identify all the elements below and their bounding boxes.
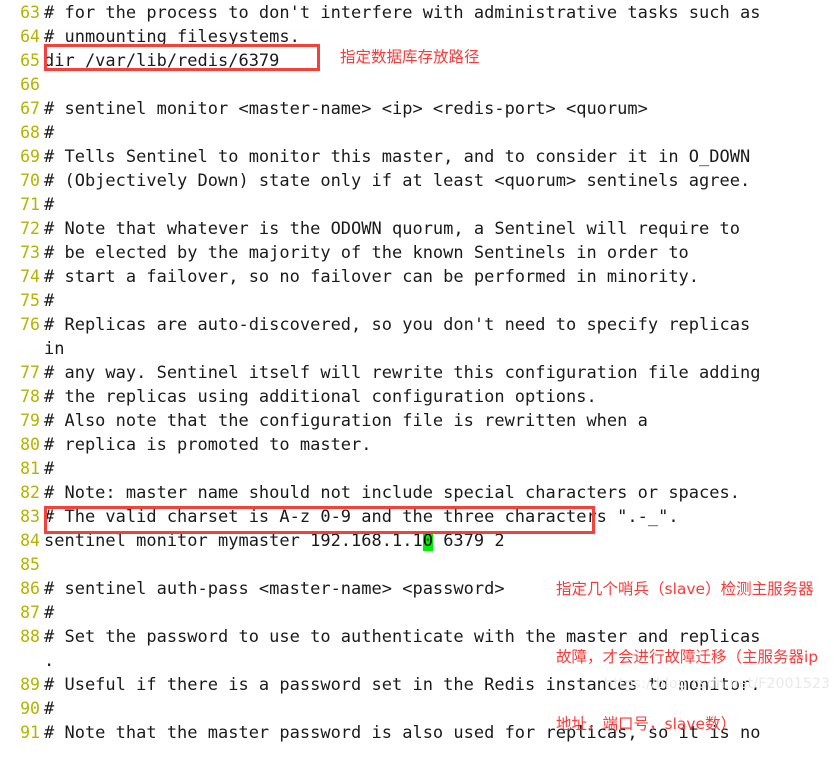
code-line[interactable]: 77 # any way. Sentinel itself will rewrit… <box>0 361 834 385</box>
code-text[interactable]: # the replicas using additional configur… <box>44 385 834 409</box>
code-text[interactable]: # Note: master name should not include s… <box>44 481 834 505</box>
code-text[interactable]: # Also note that the configuration file … <box>44 409 834 433</box>
line-number: 81 <box>20 459 40 478</box>
code-text-before-cursor: sentinel monitor mymaster 192.168.1.1 <box>44 531 423 551</box>
line-number: 78 <box>20 387 40 406</box>
line-number: 75 <box>20 291 40 310</box>
line-number: 64 <box>20 27 40 46</box>
text-cursor: 0 <box>422 531 433 551</box>
code-text[interactable]: # any way. Sentinel itself will rewrite … <box>44 361 834 385</box>
line-number: 73 <box>20 243 40 262</box>
line-number: 87 <box>20 603 40 622</box>
line-number: 77 <box>20 363 40 382</box>
code-text[interactable]: # for the process to don't interfere wit… <box>44 1 834 25</box>
line-number: 66 <box>20 75 40 94</box>
code-text[interactable]: # Tells Sentinel to monitor this master,… <box>44 145 834 169</box>
code-line[interactable]: 78 # the replicas using additional config… <box>0 385 834 409</box>
code-line[interactable]: 74 # start a failover, so no failover can… <box>0 265 834 289</box>
code-text[interactable]: # Note that whatever is the ODOWN quorum… <box>44 217 834 241</box>
line-number: 90 <box>20 699 40 718</box>
code-line[interactable]: 72 # Note that whatever is the ODOWN quor… <box>0 217 834 241</box>
line-number: 65 <box>20 51 40 70</box>
code-text[interactable]: # <box>44 121 834 145</box>
line-number: 69 <box>20 147 40 166</box>
code-line-wrapped[interactable]: in <box>0 337 834 361</box>
line-number: 91 <box>20 723 40 742</box>
code-line[interactable]: 79 # Also note that the configuration fil… <box>0 409 834 433</box>
line-number: 68 <box>20 123 40 142</box>
code-line[interactable]: 69 # Tells Sentinel to monitor this maste… <box>0 145 834 169</box>
line-number: 74 <box>20 267 40 286</box>
code-line[interactable]: 73 # be elected by the majority of the kn… <box>0 241 834 265</box>
code-text[interactable]: # <box>44 289 834 313</box>
watermark-url: https://blog.csdn.net/F2001523 <box>604 676 831 692</box>
code-line[interactable]: 67 # sentinel monitor <master-name> <ip> … <box>0 97 834 121</box>
code-text[interactable]: # start a failover, so no failover can b… <box>44 265 834 289</box>
line-number: 88 <box>20 627 40 646</box>
code-line[interactable]: 71 # <box>0 193 834 217</box>
code-line[interactable]: 76 # Replicas are auto-discovered, so you… <box>0 313 834 337</box>
code-text[interactable]: # <box>44 193 834 217</box>
line-number: 86 <box>20 579 40 598</box>
line-number: 83 <box>20 507 40 526</box>
text-editor-view[interactable]: 63 # for the process to don't interfere w… <box>0 0 834 743</box>
code-line[interactable]: 66 <box>0 73 834 97</box>
code-line[interactable]: 83 # The valid charset is A-z 0-9 and the… <box>0 505 834 529</box>
code-text[interactable]: # (Objectively Down) state only if at le… <box>44 169 834 193</box>
line-number: 63 <box>20 3 40 22</box>
annotation-dir-path: 指定数据库存放路径 <box>340 48 480 66</box>
code-text[interactable]: # Replicas are auto-discovered, so you d… <box>44 313 834 337</box>
line-number: 82 <box>20 483 40 502</box>
code-line[interactable]: 75 # <box>0 289 834 313</box>
line-number: 84 <box>20 531 40 550</box>
line-number: 79 <box>20 411 40 430</box>
annotation-sentinel-line-3: 地址，端口号，slave数） <box>556 715 737 733</box>
code-line[interactable]: 82 # Note: master name should not include… <box>0 481 834 505</box>
code-line[interactable]: 80 # replica is promoted to master. <box>0 433 834 457</box>
line-number: 76 <box>20 315 40 334</box>
code-text[interactable]: # sentinel monitor <master-name> <ip> <r… <box>44 97 834 121</box>
code-text-after-cursor: 6379 2 <box>432 531 505 551</box>
code-text[interactable]: in <box>44 337 834 361</box>
line-number: 85 <box>20 555 40 574</box>
annotation-sentinel-line-2: 故障，才会进行故障迁移（主服务器ip <box>556 647 819 666</box>
code-line[interactable]: 68 # <box>0 121 834 145</box>
code-text[interactable]: # replica is promoted to master. <box>44 433 834 457</box>
code-line[interactable]: 63 # for the process to don't interfere w… <box>0 1 834 25</box>
annotation-sentinel-monitor: 指定几个哨兵（slave）检测主服务器 故障，才会进行故障迁移（主服务器ip 地… <box>556 533 818 781</box>
code-text[interactable]: # be elected by the majority of the know… <box>44 241 834 265</box>
code-text[interactable]: # The valid charset is A-z 0-9 and the t… <box>44 505 834 529</box>
code-line[interactable]: 81 # <box>0 457 834 481</box>
line-number: 70 <box>20 171 40 190</box>
annotation-sentinel-line-1: 指定几个哨兵（slave）检测主服务器 <box>556 580 814 598</box>
code-text[interactable]: # <box>44 457 834 481</box>
line-number: 67 <box>20 99 40 118</box>
line-number: 89 <box>20 675 40 694</box>
line-number: 72 <box>20 219 40 238</box>
line-number: 71 <box>20 195 40 214</box>
line-number: 80 <box>20 435 40 454</box>
code-line[interactable]: 70 # (Objectively Down) state only if at … <box>0 169 834 193</box>
